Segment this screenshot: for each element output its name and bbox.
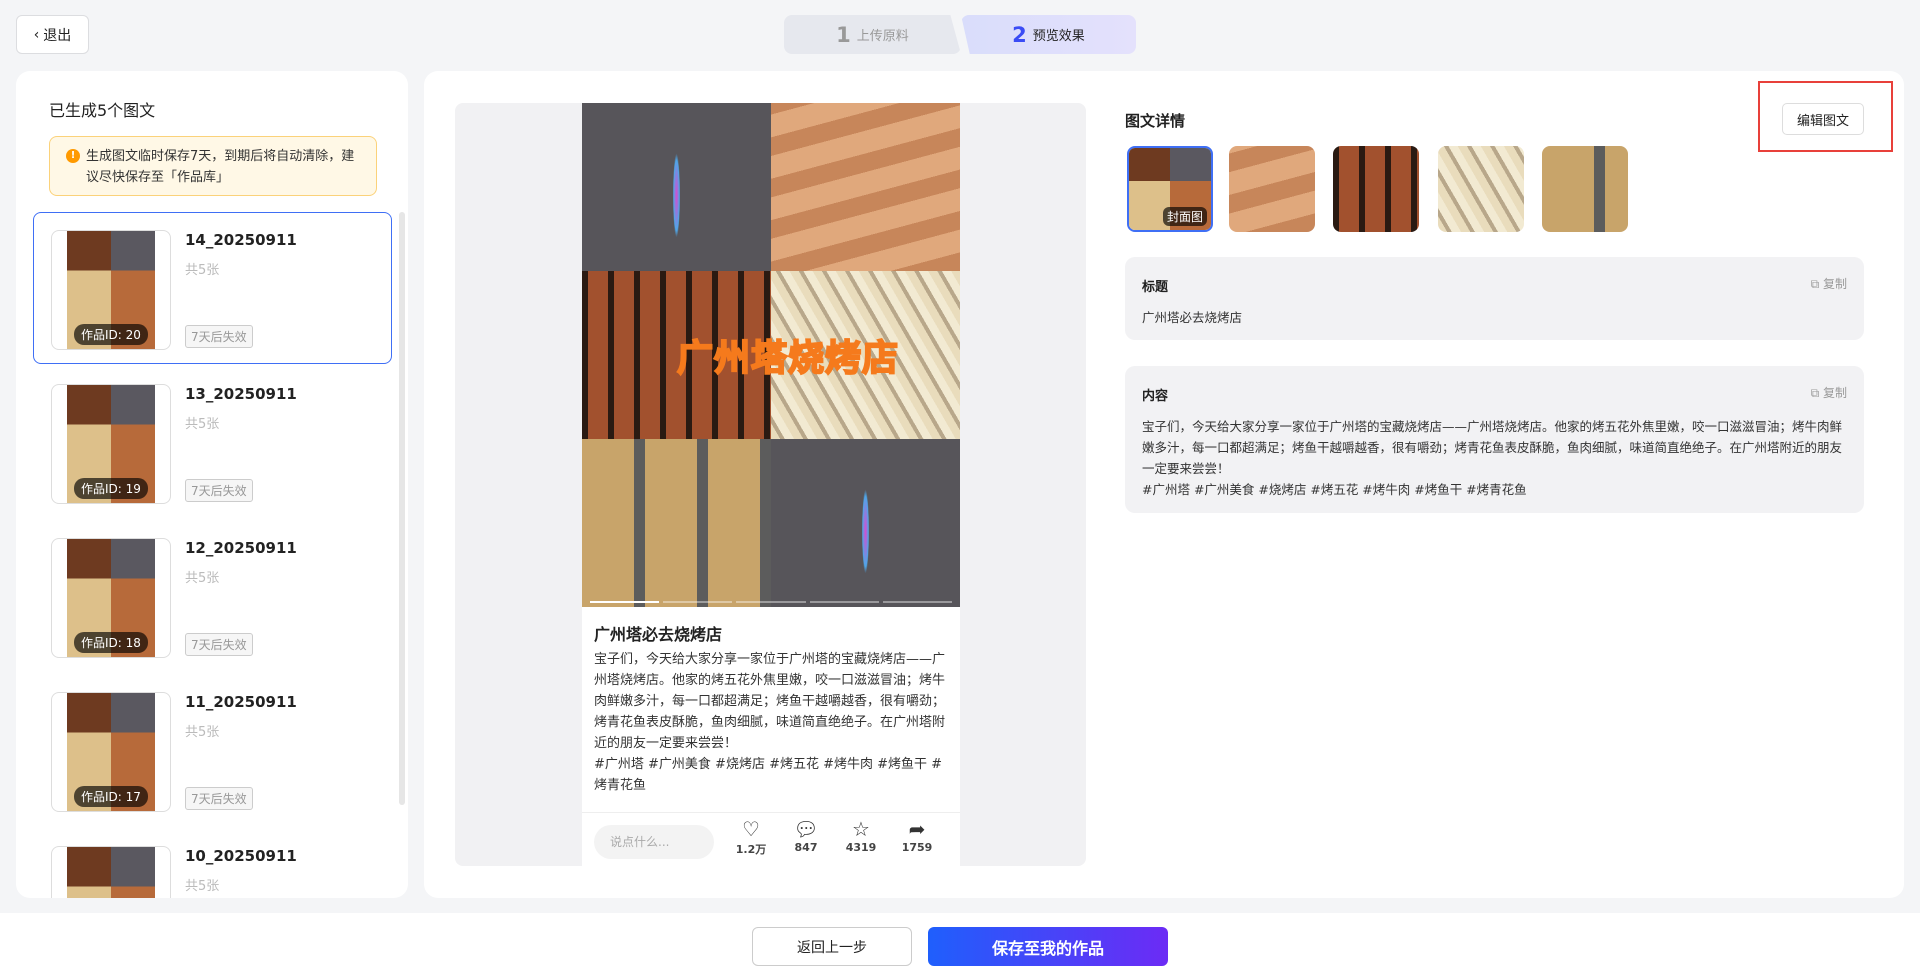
cover-badge: 封面图 bbox=[1162, 207, 1207, 226]
item-thumbnail bbox=[51, 846, 171, 898]
exit-button[interactable]: ‹ 退出 bbox=[16, 15, 89, 54]
work-id-badge: 作品ID: 17 bbox=[74, 786, 148, 807]
work-id-badge: 作品ID: 20 bbox=[74, 324, 148, 345]
expiry-badge: 7天后失效 bbox=[185, 325, 253, 348]
content-value: 宝子们，今天给大家分享一家位于广州塔的宝藏烧烤店——广州塔烧烤店。他家的烤五花外… bbox=[1142, 419, 1843, 497]
image-thumbnail[interactable] bbox=[1542, 146, 1628, 232]
star-count: 4319 bbox=[845, 841, 877, 854]
content-section: 内容 ⧉ 复制 宝子们，今天给大家分享一家位于广州塔的宝藏烧烤店——广州塔烧烤店… bbox=[1125, 366, 1864, 513]
post-title: 广州塔必去烧烤店 bbox=[594, 625, 723, 644]
title-value: 广州塔必去烧烤店 bbox=[1142, 310, 1243, 325]
details-heading: 图文详情 bbox=[1125, 112, 1186, 130]
expiry-badge: 7天后失效 bbox=[185, 633, 253, 656]
share-button[interactable]: ➦ 1759 bbox=[892, 817, 942, 854]
copy-title-button[interactable]: ⧉ 复制 bbox=[1811, 275, 1847, 292]
expiry-notice: ! 生成图文临时保存7天，到期后将自动清除，建议尽快保存至「作品库」 bbox=[49, 136, 377, 196]
post-preview: 广州塔烧烤店 广州塔必去烧烤店 宝子们，今天给大家分享一家位于广州塔的宝藏烧烤店… bbox=[582, 103, 960, 866]
list-item[interactable]: 10_20250911 共5张 bbox=[33, 828, 392, 898]
like-button[interactable]: ♡ 1.2万 bbox=[726, 817, 776, 857]
edit-post-button[interactable]: 编辑图文 bbox=[1782, 103, 1864, 135]
list-item[interactable]: 作品ID: 18 12_20250911 共5张 7天后失效 bbox=[33, 520, 392, 672]
item-name: 13_20250911 bbox=[185, 385, 297, 403]
list-item[interactable]: 作品ID: 20 14_20250911 共5张 7天后失效 bbox=[33, 212, 392, 364]
item-count: 共5张 bbox=[185, 263, 220, 278]
item-count: 共5张 bbox=[185, 725, 220, 740]
step-label: 上传原料 bbox=[856, 29, 909, 44]
save-button[interactable]: 保存至我的作品 bbox=[928, 927, 1168, 966]
share-count: 1759 bbox=[901, 841, 933, 854]
copy-label: 复制 bbox=[1822, 277, 1847, 291]
step-label: 预览效果 bbox=[1032, 29, 1085, 44]
share-icon: ➦ bbox=[908, 817, 926, 841]
expiry-badge: 7天后失效 bbox=[185, 787, 253, 810]
copy-icon: ⧉ bbox=[1810, 386, 1823, 400]
item-thumbnail: 作品ID: 18 bbox=[51, 538, 171, 658]
list-title: 已生成5个图文 bbox=[49, 101, 156, 120]
expiry-badge: 7天后失效 bbox=[185, 479, 253, 502]
comment-input[interactable]: 说点什么... bbox=[594, 825, 714, 859]
content-label: 内容 bbox=[1142, 389, 1169, 404]
exit-label: 退出 bbox=[43, 27, 72, 44]
item-count: 共5张 bbox=[185, 879, 220, 894]
item-thumbnail: 作品ID: 19 bbox=[51, 384, 171, 504]
item-count: 共5张 bbox=[185, 571, 220, 586]
step-preview: 2 预览效果 bbox=[961, 15, 1136, 54]
post-body: 宝子们，今天给大家分享一家位于广州塔的宝藏烧烤店——广州塔烧烤店。他家的烤五花外… bbox=[594, 652, 946, 793]
step-number: 1 bbox=[836, 22, 851, 47]
work-id-badge: 作品ID: 18 bbox=[74, 632, 148, 653]
notice-text: 生成图文临时保存7天，到期后将自动清除，建议尽快保存至「作品库」 bbox=[86, 149, 355, 185]
scrollbar[interactable] bbox=[399, 212, 405, 805]
list-item[interactable]: 作品ID: 19 13_20250911 共5张 7天后失效 bbox=[33, 366, 392, 518]
star-button[interactable]: ☆ 4319 bbox=[836, 817, 886, 854]
title-label: 标题 bbox=[1142, 280, 1169, 295]
image-thumbnail[interactable]: 封面图 bbox=[1127, 146, 1213, 232]
item-name: 12_20250911 bbox=[185, 539, 297, 557]
comment-count: 847 bbox=[794, 841, 818, 854]
chevron-left-icon: ‹ bbox=[33, 26, 40, 43]
item-thumbnail: 作品ID: 17 bbox=[51, 692, 171, 812]
warning-icon: ! bbox=[66, 149, 80, 163]
copy-content-button[interactable]: ⧉ 复制 bbox=[1811, 384, 1847, 401]
copy-label: 复制 bbox=[1822, 386, 1847, 400]
work-id-badge: 作品ID: 19 bbox=[74, 478, 148, 499]
step-number: 2 bbox=[1012, 22, 1027, 47]
comment-button[interactable]: 💬︎ 847 bbox=[781, 817, 831, 854]
list-item[interactable]: 作品ID: 17 11_20250911 共5张 7天后失效 bbox=[33, 674, 392, 826]
item-name: 11_20250911 bbox=[185, 693, 297, 711]
back-button[interactable]: 返回上一步 bbox=[752, 927, 912, 966]
image-thumbnail[interactable] bbox=[1333, 146, 1419, 232]
star-icon: ☆ bbox=[852, 817, 870, 841]
image-thumbnail[interactable] bbox=[1438, 146, 1524, 232]
title-section: 标题 ⧉ 复制 广州塔必去烧烤店 bbox=[1125, 257, 1864, 340]
phone-preview: 广州塔烧烤店 广州塔必去烧烤店 宝子们，今天给大家分享一家位于广州塔的宝藏烧烤店… bbox=[455, 103, 1086, 866]
step-upload: 1 上传原料 bbox=[784, 15, 961, 54]
item-thumbnail: 作品ID: 20 bbox=[51, 230, 171, 350]
image-thumbnail[interactable] bbox=[1229, 146, 1315, 232]
cover-overlay-text: 广州塔烧烤店 bbox=[676, 337, 900, 380]
copy-icon: ⧉ bbox=[1810, 277, 1823, 291]
generated-list-panel: 已生成5个图文 ! 生成图文临时保存7天，到期后将自动清除，建议尽快保存至「作品库… bbox=[16, 71, 408, 898]
comment-icon: 💬︎ bbox=[793, 817, 819, 841]
post-action-bar: 说点什么... ♡ 1.2万 💬︎ 847 ☆ 4319 ➦ 1759 bbox=[582, 812, 960, 866]
like-count: 1.2万 bbox=[735, 843, 767, 856]
heart-icon: ♡ bbox=[742, 817, 760, 841]
carousel-indicator[interactable] bbox=[590, 601, 953, 603]
item-name: 14_20250911 bbox=[185, 231, 297, 249]
item-name: 10_20250911 bbox=[185, 847, 297, 865]
item-count: 共5张 bbox=[185, 417, 220, 432]
